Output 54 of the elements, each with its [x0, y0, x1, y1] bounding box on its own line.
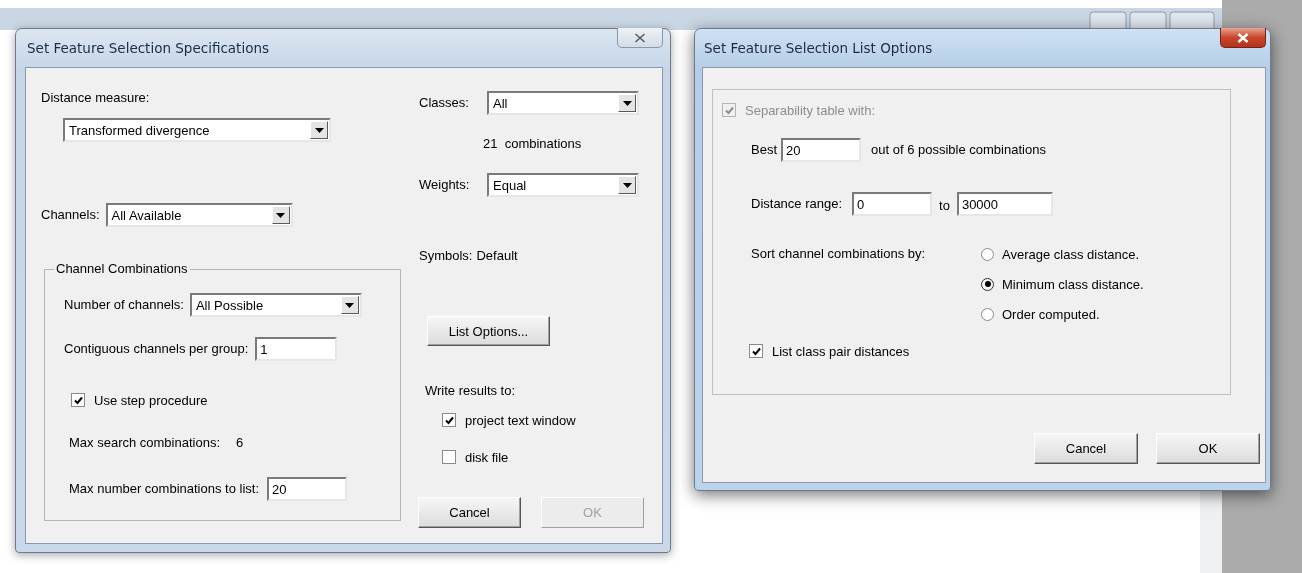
radio-button[interactable]: Minimum class distance. [981, 274, 1144, 294]
field-label: Channels: [41, 207, 100, 223]
window-title: Set Feature Selection Specifications [26, 40, 269, 56]
checkbox[interactable]: disk file [442, 449, 576, 465]
input-field[interactable]: 1 [255, 337, 338, 361]
close-icon [1237, 32, 1249, 43]
field-label: Best [751, 142, 777, 158]
dialog-button[interactable]: OK [1156, 433, 1260, 464]
radio-button[interactable]: Order computed. [981, 304, 1144, 324]
field-label: Max number combinations to list: [69, 481, 260, 497]
checkbox[interactable]: List class pair distances [749, 343, 910, 359]
dialog-button[interactable]: Cancel [1034, 433, 1138, 464]
caret-icon [622, 100, 632, 106]
combinations-count: 21 combinations [483, 136, 582, 152]
dropdown[interactable]: Transformed divergence [63, 118, 331, 142]
field-label: Contiguous channels per group: [64, 341, 249, 357]
value-text: Default [476, 248, 518, 264]
dialog-button[interactable]: Cancel [418, 497, 521, 528]
checkmark-icon [724, 105, 734, 115]
radio-button[interactable]: Average class distance. [981, 244, 1144, 264]
dropdown[interactable]: All Available [105, 203, 293, 227]
close-icon [634, 32, 646, 43]
checkmark-icon [444, 415, 454, 425]
input-field[interactable]: 20 [267, 477, 348, 501]
checkmark-icon [73, 395, 83, 405]
input-field[interactable]: 30000 [956, 192, 1053, 216]
caret-icon [622, 182, 632, 188]
field-label: Classes: [419, 95, 470, 111]
input-field[interactable]: 0 [852, 192, 933, 216]
input-field[interactable]: 20 [781, 138, 861, 162]
window-title: Set Feature Selection List Options [703, 40, 933, 56]
checkbox[interactable]: Use step procedure [71, 392, 208, 408]
field-label: Sort channel combinations by: [751, 245, 927, 263]
dialog-button[interactable]: List Options... [427, 316, 550, 346]
dropdown[interactable]: All [487, 91, 639, 115]
value-text: 6 [236, 435, 244, 451]
checkbox[interactable]: project text window [442, 412, 576, 428]
group-title: Channel Combinations [54, 261, 190, 276]
dropdown[interactable]: Equal [487, 173, 639, 197]
field-label: Distance range: [751, 196, 843, 212]
checkmark-icon [751, 346, 761, 356]
field-label: to [939, 197, 950, 214]
field-label: Distance measure: [41, 90, 150, 106]
caret-icon [314, 127, 324, 133]
caret-icon [276, 212, 286, 218]
dropdown[interactable]: All Possible [189, 293, 362, 317]
field-label: Symbols: [419, 248, 473, 264]
close-button[interactable] [1220, 28, 1266, 48]
field-label: Number of channels: [64, 297, 184, 313]
field-label: Max search combinations: [69, 435, 220, 451]
caret-icon [345, 302, 355, 308]
field-label: Weights: [419, 177, 471, 193]
section-label: Write results to: [425, 383, 516, 399]
field-label: out of 6 possible combinations [871, 142, 1046, 158]
